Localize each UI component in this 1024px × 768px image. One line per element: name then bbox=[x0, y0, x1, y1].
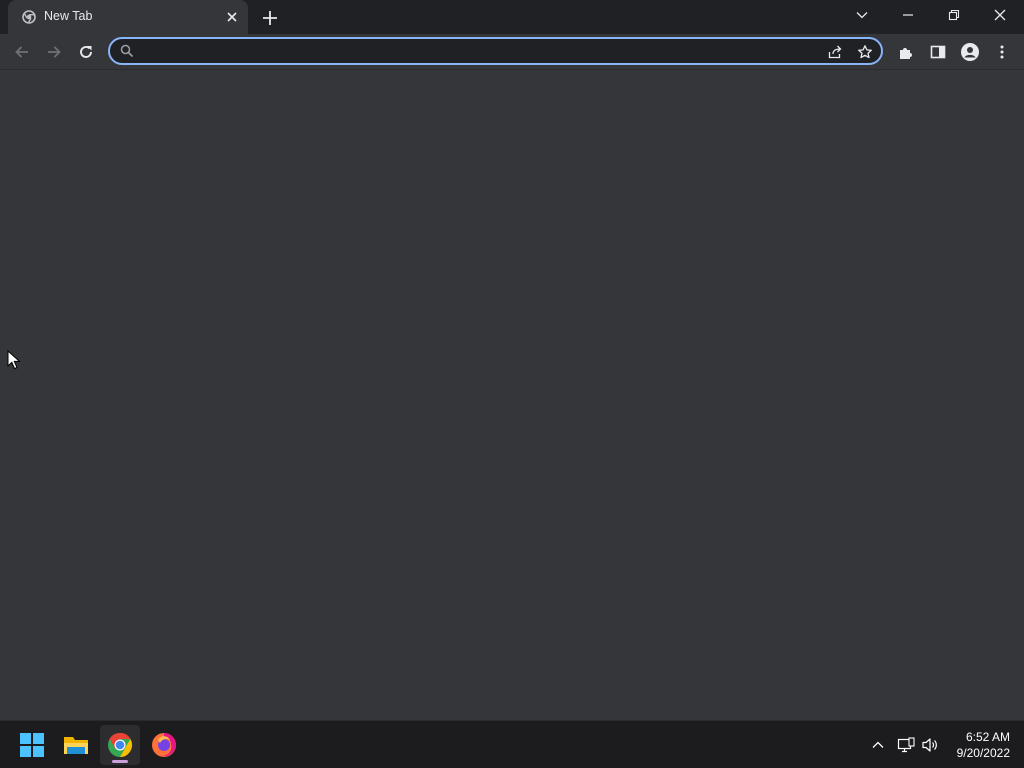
share-icon[interactable] bbox=[827, 44, 843, 60]
forward-icon[interactable] bbox=[42, 40, 66, 64]
clock-date: 9/20/2022 bbox=[956, 746, 1010, 760]
active-app-indicator bbox=[112, 760, 128, 763]
network-icon[interactable] bbox=[896, 735, 916, 755]
more-menu-icon[interactable] bbox=[990, 40, 1014, 64]
reload-icon[interactable] bbox=[74, 40, 98, 64]
mouse-cursor-icon bbox=[7, 349, 21, 370]
search-icon bbox=[120, 44, 134, 58]
google-chrome-icon[interactable] bbox=[100, 725, 140, 765]
file-explorer-icon[interactable] bbox=[56, 725, 96, 765]
firefox-icon[interactable] bbox=[144, 725, 184, 765]
close-window-icon[interactable] bbox=[978, 0, 1022, 30]
taskbar: 6:52 AM 9/20/2022 bbox=[0, 720, 1024, 768]
tab-title: New Tab bbox=[44, 9, 93, 23]
tab-search-chevron-icon[interactable] bbox=[840, 0, 884, 30]
windows-start-icon[interactable] bbox=[12, 725, 52, 765]
tab-close-icon[interactable] bbox=[224, 9, 240, 25]
new-tab-plus-icon[interactable] bbox=[260, 8, 280, 28]
browser-toolbar bbox=[0, 34, 1024, 70]
bookmark-star-icon[interactable] bbox=[857, 44, 873, 60]
extensions-icon[interactable] bbox=[894, 40, 918, 64]
address-bar[interactable] bbox=[108, 37, 883, 65]
chrome-favicon-icon bbox=[22, 10, 36, 24]
profile-avatar-icon[interactable] bbox=[958, 40, 982, 64]
clock-time: 6:52 AM bbox=[965, 730, 1010, 744]
system-clock[interactable]: 6:52 AM 9/20/2022 bbox=[957, 729, 1010, 761]
minimize-icon[interactable] bbox=[886, 0, 930, 30]
show-hidden-icons-chevron-icon[interactable] bbox=[868, 735, 888, 755]
tab-new-tab[interactable]: New Tab bbox=[8, 0, 248, 34]
side-panel-icon[interactable] bbox=[926, 40, 950, 64]
address-input[interactable] bbox=[142, 42, 806, 62]
restore-icon[interactable] bbox=[932, 0, 976, 30]
browser-titlebar: New Tab bbox=[0, 0, 1024, 34]
page-content[interactable] bbox=[0, 70, 1024, 720]
volume-icon[interactable] bbox=[920, 735, 940, 755]
back-icon[interactable] bbox=[10, 40, 34, 64]
